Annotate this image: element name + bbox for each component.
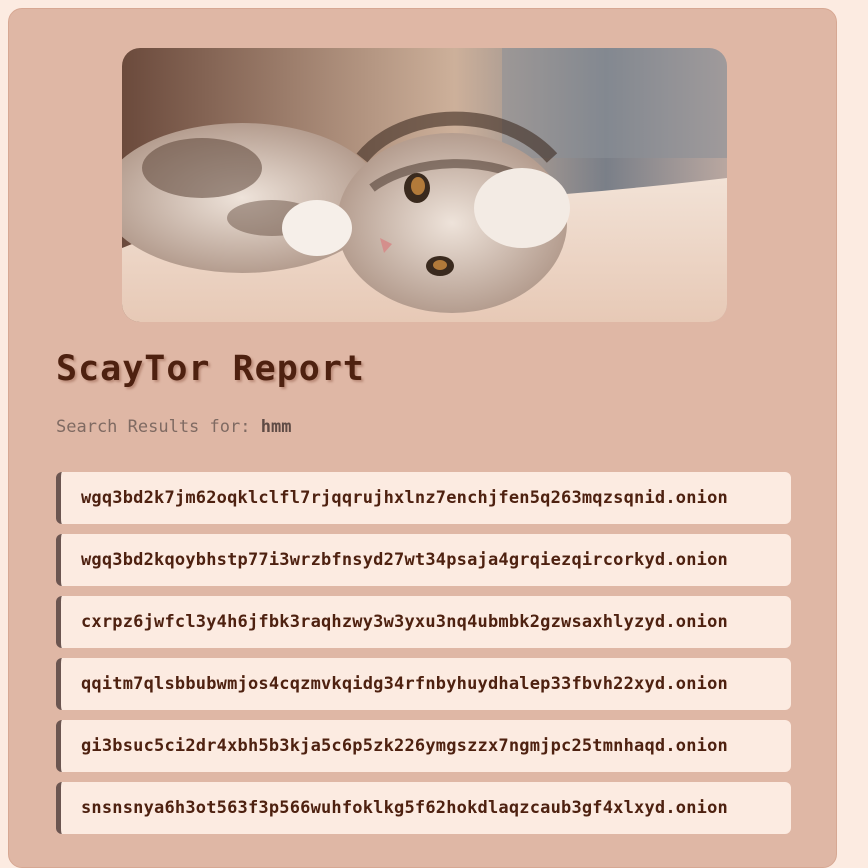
result-item[interactable]: cxrpz6jwfcl3y4h6jfbk3raqhzwy3w3yxu3nq4ub… [56, 596, 791, 648]
result-item[interactable]: wgq3bd2k7jm62oqklclfl7rjqqrujhxlnz7enchj… [56, 472, 791, 524]
kitten-photo [122, 48, 727, 322]
results-list: wgq3bd2k7jm62oqklclfl7rjqqrujhxlnz7enchj… [56, 472, 791, 844]
page-title: ScayTor Report [56, 349, 366, 389]
search-summary: Search Results for: hmm [56, 417, 291, 437]
result-item[interactable]: wgq3bd2kqoybhstp77i3wrzbfnsyd27wt34psaja… [56, 534, 791, 586]
search-query: hmm [260, 417, 292, 437]
result-link[interactable]: cxrpz6jwfcl3y4h6jfbk3raqhzwy3w3yxu3nq4ub… [81, 612, 728, 632]
result-link[interactable]: snsnsnya6h3ot563f3p566wuhfoklkg5f62hokdl… [81, 798, 728, 818]
result-link[interactable]: gi3bsuc5ci2dr4xbh5b3kja5c6p5zk226ymgszzx… [81, 736, 728, 756]
result-link[interactable]: wgq3bd2k7jm62oqklclfl7rjqqrujhxlnz7enchj… [81, 488, 728, 508]
result-item[interactable]: qqitm7qlsbbubwmjos4cqzmvkqidg34rfnbyhuyd… [56, 658, 791, 710]
result-item[interactable]: gi3bsuc5ci2dr4xbh5b3kja5c6p5zk226ymgszzx… [56, 720, 791, 772]
result-link[interactable]: wgq3bd2kqoybhstp77i3wrzbfnsyd27wt34psaja… [81, 550, 728, 570]
result-link[interactable]: qqitm7qlsbbubwmjos4cqzmvkqidg34rfnbyhuyd… [81, 674, 728, 694]
result-item[interactable]: snsnsnya6h3ot563f3p566wuhfoklkg5f62hokdl… [56, 782, 791, 834]
report-panel: ScayTor Report Search Results for: hmm w… [8, 8, 837, 868]
search-label: Search Results for: [56, 417, 251, 437]
hero-image [122, 48, 727, 322]
